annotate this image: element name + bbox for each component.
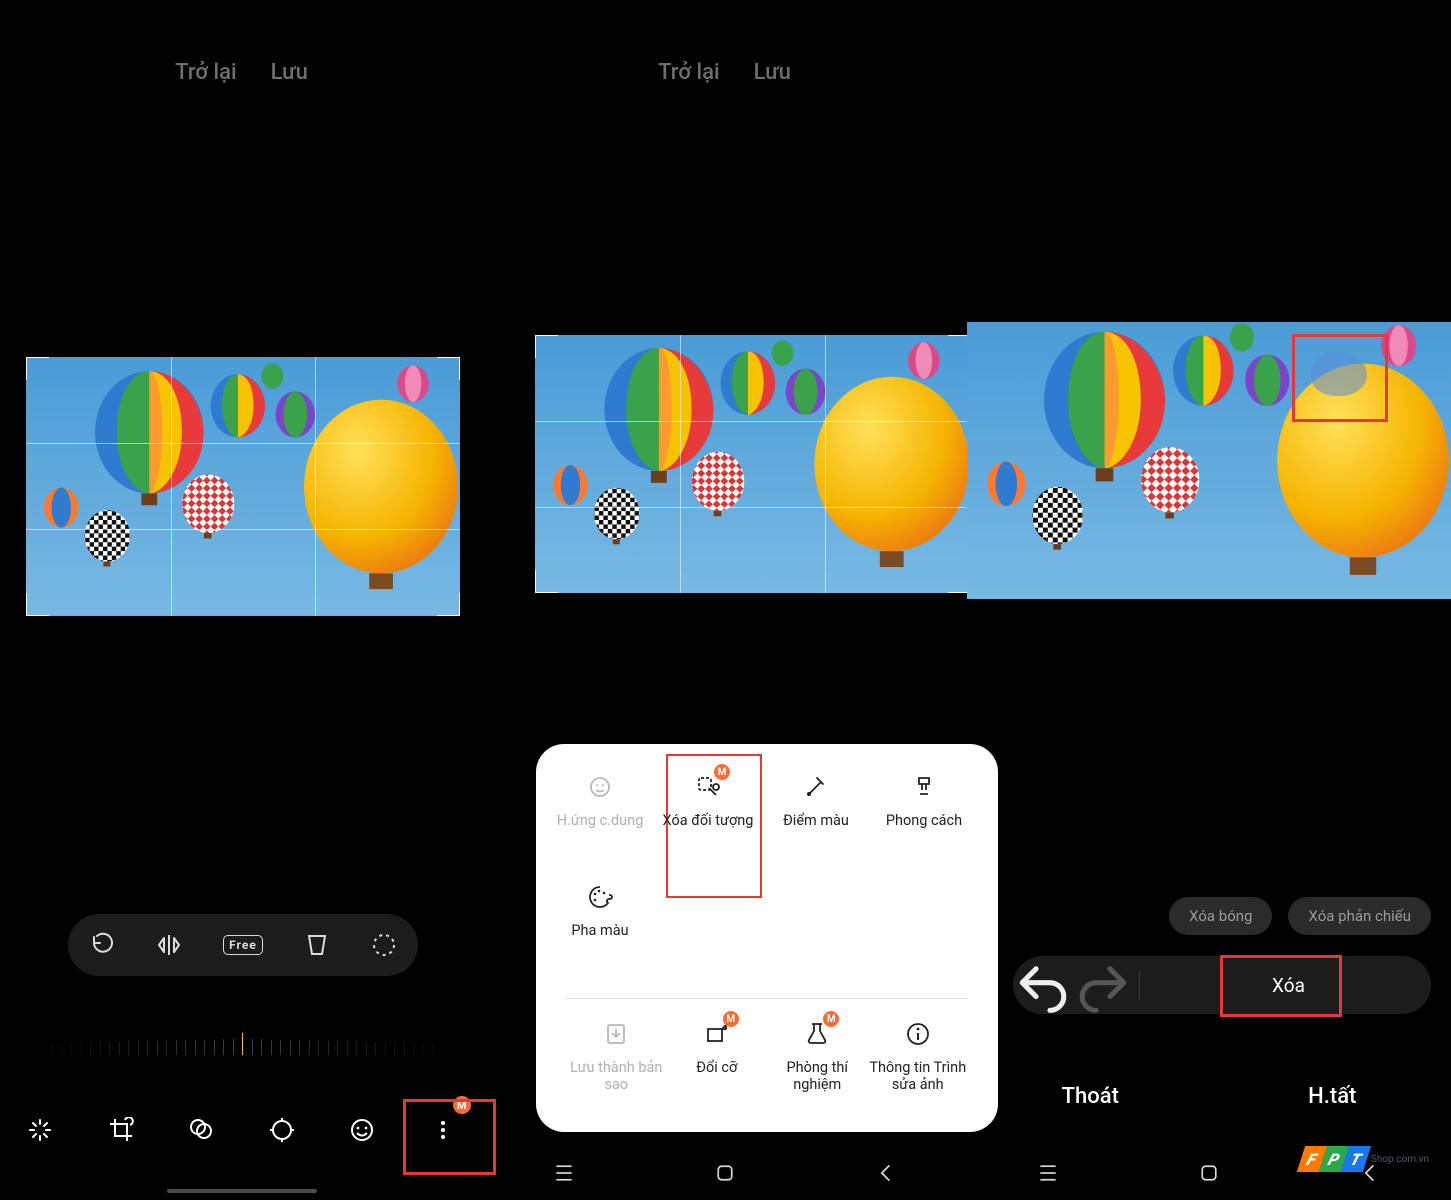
ratio-free-button[interactable]: Free bbox=[223, 935, 263, 955]
new-badge: M bbox=[823, 1011, 839, 1027]
filters-tab[interactable] bbox=[173, 1102, 229, 1158]
crop-tab[interactable] bbox=[93, 1102, 149, 1158]
option-label: Pha màu bbox=[571, 922, 628, 939]
done-button[interactable]: H.tất bbox=[1308, 1084, 1356, 1109]
option-style[interactable]: Phong cách bbox=[870, 770, 978, 880]
option-label: Lưu thành bản sao bbox=[566, 1059, 667, 1093]
option-label: Đổi cỡ bbox=[696, 1059, 737, 1076]
crop-handle-br[interactable] bbox=[437, 593, 460, 616]
back-nav-button[interactable] bbox=[873, 1160, 899, 1186]
panel-crop: Trở lại Lưu Free M bbox=[0, 0, 483, 1200]
transform-toolbar: Free bbox=[68, 914, 418, 976]
option-label: Điểm màu bbox=[783, 812, 849, 829]
back-button[interactable]: Trở lại bbox=[658, 60, 719, 85]
chip-remove-reflection[interactable]: Xóa phản chiếu bbox=[1288, 897, 1431, 935]
option-portrait-effect[interactable]: H.ứng c.dung bbox=[546, 770, 654, 880]
option-label: Xóa đối tượng bbox=[663, 812, 754, 829]
exit-button[interactable]: Thoát bbox=[1062, 1084, 1119, 1109]
gesture-bar[interactable] bbox=[167, 1189, 317, 1193]
option-about-editor[interactable]: Thông tin Trình sửa ảnh bbox=[868, 1017, 969, 1127]
crop-handle-tl[interactable] bbox=[26, 357, 49, 380]
undo-button[interactable] bbox=[1013, 955, 1073, 1015]
panel-more-sheet: Trở lại Lưu H.ứng c.dung M Xóa đối tượng… bbox=[483, 0, 966, 1200]
more-options-sheet: H.ứng c.dung M Xóa đối tượng Điểm màu Ph… bbox=[536, 744, 998, 1132]
eraser-suggestions: Xóa bóng Xóa phản chiếu bbox=[1007, 897, 1431, 935]
option-label: Thông tin Trình sửa ảnh bbox=[868, 1059, 969, 1093]
save-button[interactable]: Lưu bbox=[754, 60, 791, 85]
option-color-mix[interactable]: Pha màu bbox=[546, 880, 654, 990]
crop-handle-tl[interactable] bbox=[535, 335, 558, 358]
adjust-tab[interactable] bbox=[254, 1102, 310, 1158]
divider bbox=[1139, 970, 1140, 1000]
lasso-icon[interactable] bbox=[371, 932, 397, 958]
crop-handle-tr[interactable] bbox=[437, 357, 460, 380]
panel-object-eraser: Xóa bóng Xóa phản chiếu Xóa Thoát H.tất … bbox=[967, 0, 1451, 1200]
fpt-subtext: Shop.com.vn bbox=[1371, 1154, 1429, 1165]
save-button[interactable]: Lưu bbox=[271, 60, 308, 85]
recents-button[interactable] bbox=[1035, 1160, 1061, 1186]
highlight-erase-button bbox=[1220, 955, 1342, 1017]
option-spot-color[interactable]: Điểm màu bbox=[762, 770, 870, 880]
rotate-icon[interactable] bbox=[89, 932, 115, 958]
crop-handle-bl[interactable] bbox=[535, 570, 558, 593]
perspective-icon[interactable] bbox=[304, 932, 330, 958]
chip-remove-shadow[interactable]: Xóa bóng bbox=[1169, 897, 1272, 935]
option-resize[interactable]: M Đổi cỡ bbox=[667, 1017, 768, 1127]
stickers-tab[interactable] bbox=[334, 1102, 390, 1158]
option-object-eraser[interactable]: M Xóa đối tượng bbox=[654, 770, 762, 880]
rotation-ruler[interactable] bbox=[52, 1025, 432, 1065]
home-button[interactable] bbox=[1196, 1160, 1222, 1186]
back-button[interactable]: Trở lại bbox=[175, 60, 236, 85]
home-button[interactable] bbox=[712, 1160, 738, 1186]
android-navbar bbox=[483, 1160, 966, 1186]
option-labs[interactable]: M Phòng thí nghiệm bbox=[767, 1017, 868, 1127]
new-badge: M bbox=[714, 764, 730, 780]
new-badge: M bbox=[723, 1011, 739, 1027]
option-label: Phong cách bbox=[886, 812, 962, 829]
recents-button[interactable] bbox=[551, 1160, 577, 1186]
fpt-watermark: F P T Shop.com.vn bbox=[1301, 1146, 1429, 1172]
top-bar: Trở lại Lưu bbox=[483, 60, 966, 85]
eraser-selection-mask[interactable] bbox=[1311, 352, 1367, 396]
crop-handle-bl[interactable] bbox=[26, 593, 49, 616]
image-preview[interactable] bbox=[535, 335, 971, 593]
top-bar: Trở lại Lưu bbox=[0, 60, 483, 85]
option-label: H.ứng c.dung bbox=[557, 812, 644, 829]
option-label: Phòng thí nghiệm bbox=[767, 1059, 868, 1093]
auto-enhance-tab[interactable] bbox=[12, 1102, 68, 1158]
image-preview[interactable] bbox=[26, 357, 460, 616]
bottom-actions: Thoát H.tất bbox=[967, 1084, 1451, 1109]
redo-button[interactable] bbox=[1073, 955, 1133, 1015]
option-save-as-copy[interactable]: Lưu thành bản sao bbox=[566, 1017, 667, 1127]
flip-icon[interactable] bbox=[156, 932, 182, 958]
